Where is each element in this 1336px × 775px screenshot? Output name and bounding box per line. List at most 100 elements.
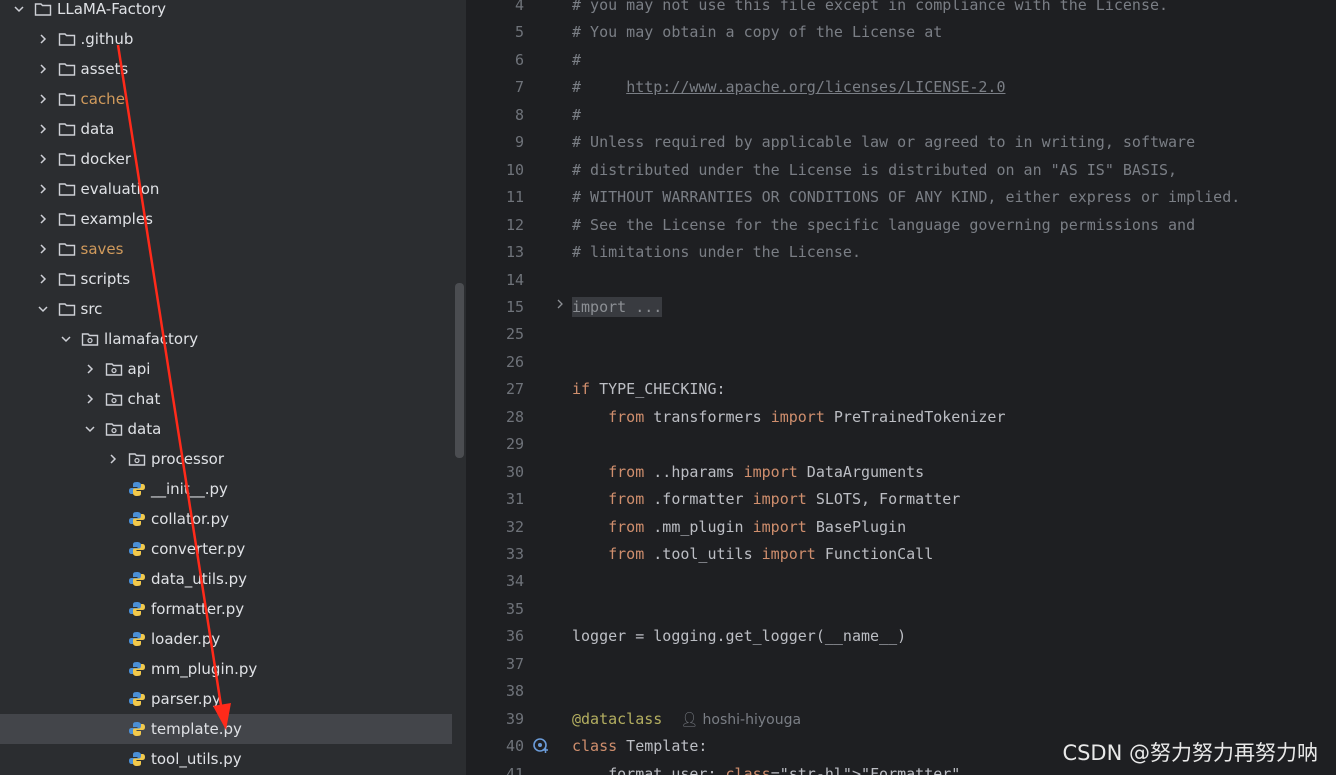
code-line[interactable]: 36 logger = logging.get_logger(__name__)	[466, 623, 1336, 650]
chevron-right-icon[interactable]	[36, 32, 50, 46]
chevron-right-icon[interactable]	[36, 122, 50, 136]
project-tree-scrollbar[interactable]	[455, 283, 464, 458]
line-number: 14	[505, 270, 524, 289]
code-line[interactable]: 9 # Unless required by applicable law or …	[466, 129, 1336, 156]
code-line[interactable]: 5 # You may obtain a copy of the License …	[466, 19, 1336, 46]
chevron-right-icon[interactable]	[36, 62, 50, 76]
code-line[interactable]: 12 # See the License for the specific lan…	[466, 212, 1336, 239]
code-line[interactable]: 6 #	[466, 47, 1336, 74]
code-line[interactable]: 15 import ...	[466, 294, 1336, 321]
line-number: 7	[514, 78, 524, 97]
code-line[interactable]: 8 #	[466, 102, 1336, 129]
tree-file-item[interactable]: __init__.py	[0, 474, 452, 504]
implementations-gutter-icon[interactable]	[531, 736, 551, 756]
tree-folder-item[interactable]: data	[0, 414, 452, 444]
tree-folder-item[interactable]: docker	[0, 144, 452, 174]
code-line[interactable]: 30 from ..hparams import DataArguments	[466, 459, 1336, 486]
code-line[interactable]: 7 # http://www.apache.org/licenses/LICENS…	[466, 74, 1336, 101]
code-line[interactable]: 32 from .mm_plugin import BasePlugin	[466, 514, 1336, 541]
tree-folder-item[interactable]: processor	[0, 444, 452, 474]
tree-file-item[interactable]: mm_plugin.py	[0, 654, 452, 684]
python-file-icon	[128, 691, 146, 707]
project-tree-panel: LLaMA-Factory .github assets cache data docke…	[0, 0, 466, 775]
chevron-down-icon[interactable]	[83, 422, 97, 436]
code-text: # limitations under the License.	[572, 243, 861, 262]
code-line[interactable]: 25	[466, 321, 1336, 348]
code-line[interactable]: 28 from transformers import PreTrainedTo…	[466, 404, 1336, 431]
chevron-right-icon[interactable]	[36, 152, 50, 166]
chevron-down-icon[interactable]	[12, 2, 26, 16]
code-line[interactable]: 26	[466, 349, 1336, 376]
tree-file-item[interactable]: converter.py	[0, 534, 452, 564]
line-number: 31	[505, 490, 524, 509]
code-line[interactable]: 35	[466, 596, 1336, 623]
package-icon	[128, 451, 146, 467]
chevron-right-icon[interactable]	[36, 272, 50, 286]
tree-folder-item[interactable]: .github	[0, 24, 452, 54]
tree-folder-item[interactable]: data	[0, 114, 452, 144]
tree-folder-item[interactable]: chat	[0, 384, 452, 414]
tree-folder-item[interactable]: api	[0, 354, 452, 384]
code-text: #	[572, 105, 582, 124]
code-line[interactable]: 27 if TYPE_CHECKING:	[466, 376, 1336, 403]
line-number: 26	[505, 352, 524, 371]
package-icon	[105, 361, 123, 377]
chevron-right-icon[interactable]	[83, 362, 97, 376]
chevron-down-icon[interactable]	[36, 302, 50, 316]
chevron-right-icon[interactable]	[83, 392, 97, 406]
code-line[interactable]: 11 # WITHOUT WARRANTIES OR CONDITIONS OF …	[466, 184, 1336, 211]
code-line[interactable]: 38	[466, 678, 1336, 705]
tree-folder-item[interactable]: cache	[0, 84, 452, 114]
chevron-down-icon[interactable]	[59, 332, 73, 346]
tree-folder-item[interactable]: src	[0, 294, 452, 324]
chevron-right-icon[interactable]	[36, 242, 50, 256]
code-line[interactable]: 14	[466, 267, 1336, 294]
code-text: class Template:	[572, 737, 708, 756]
license-link[interactable]: http://www.apache.org/licenses/LICENSE-2…	[626, 78, 1005, 96]
tree-item-label: converter.py	[151, 540, 246, 558]
tree-folder-item[interactable]: llamafactory	[0, 324, 452, 354]
chevron-right-icon[interactable]	[36, 92, 50, 106]
code-line[interactable]: 34	[466, 568, 1336, 595]
code-editor[interactable]: 4 # you may not use this file except in c…	[466, 0, 1336, 775]
code-line[interactable]: 33 from .tool_utils import FunctionCall	[466, 541, 1336, 568]
tree-file-item[interactable]: tool_utils.py	[0, 744, 452, 774]
line-number: 38	[505, 682, 524, 701]
tree-folder-item[interactable]: saves	[0, 234, 452, 264]
code-line[interactable]: 39 @dataclass 👤︎ hoshi-hiyouga	[466, 706, 1336, 733]
chevron-right-icon[interactable]	[36, 182, 50, 196]
fold-expand-icon[interactable]	[554, 297, 566, 311]
code-line[interactable]: 4 # you may not use this file except in c…	[466, 0, 1336, 19]
tree-file-item[interactable]: formatter.py	[0, 594, 452, 624]
tree-file-item[interactable]: parser.py	[0, 684, 452, 714]
code-line[interactable]: 10 # distributed under the License is dis…	[466, 157, 1336, 184]
tree-folder-item[interactable]: LLaMA-Factory	[0, 0, 452, 24]
code-text: logger = logging.get_logger(__name__)	[572, 627, 907, 646]
code-line[interactable]: 29	[466, 431, 1336, 458]
tree-item-label: saves	[80, 240, 124, 258]
package-icon	[81, 331, 99, 347]
chevron-right-icon[interactable]	[36, 212, 50, 226]
chevron-right-icon[interactable]	[106, 452, 120, 466]
code-text: @dataclass 👤︎ hoshi-hiyouga	[572, 709, 802, 728]
tree-item-label: tool_utils.py	[151, 750, 242, 768]
tree-item-label: parser.py	[151, 690, 221, 708]
code-line[interactable]: 13 # limitations under the License.	[466, 239, 1336, 266]
folder-icon	[58, 301, 76, 317]
tree-folder-item[interactable]: assets	[0, 54, 452, 84]
tree-item-label: evaluation	[80, 180, 160, 198]
tree-folder-item[interactable]: evaluation	[0, 174, 452, 204]
tree-file-item[interactable]: data_utils.py	[0, 564, 452, 594]
tree-folder-item[interactable]: scripts	[0, 264, 452, 294]
line-number: 32	[505, 517, 524, 536]
tree-file-item[interactable]: loader.py	[0, 624, 452, 654]
code-text: from transformers import PreTrainedToken…	[608, 407, 1006, 426]
code-line[interactable]: 37	[466, 651, 1336, 678]
tree-item-label: template.py	[151, 720, 242, 738]
folder-icon	[58, 121, 76, 137]
tree-file-item[interactable]: collator.py	[0, 504, 452, 534]
code-text: # you may not use this file except in co…	[572, 0, 1169, 14]
code-line[interactable]: 31 from .formatter import SLOTS, Formatt…	[466, 486, 1336, 513]
tree-file-item[interactable]: template.py	[0, 714, 452, 744]
tree-folder-item[interactable]: examples	[0, 204, 452, 234]
